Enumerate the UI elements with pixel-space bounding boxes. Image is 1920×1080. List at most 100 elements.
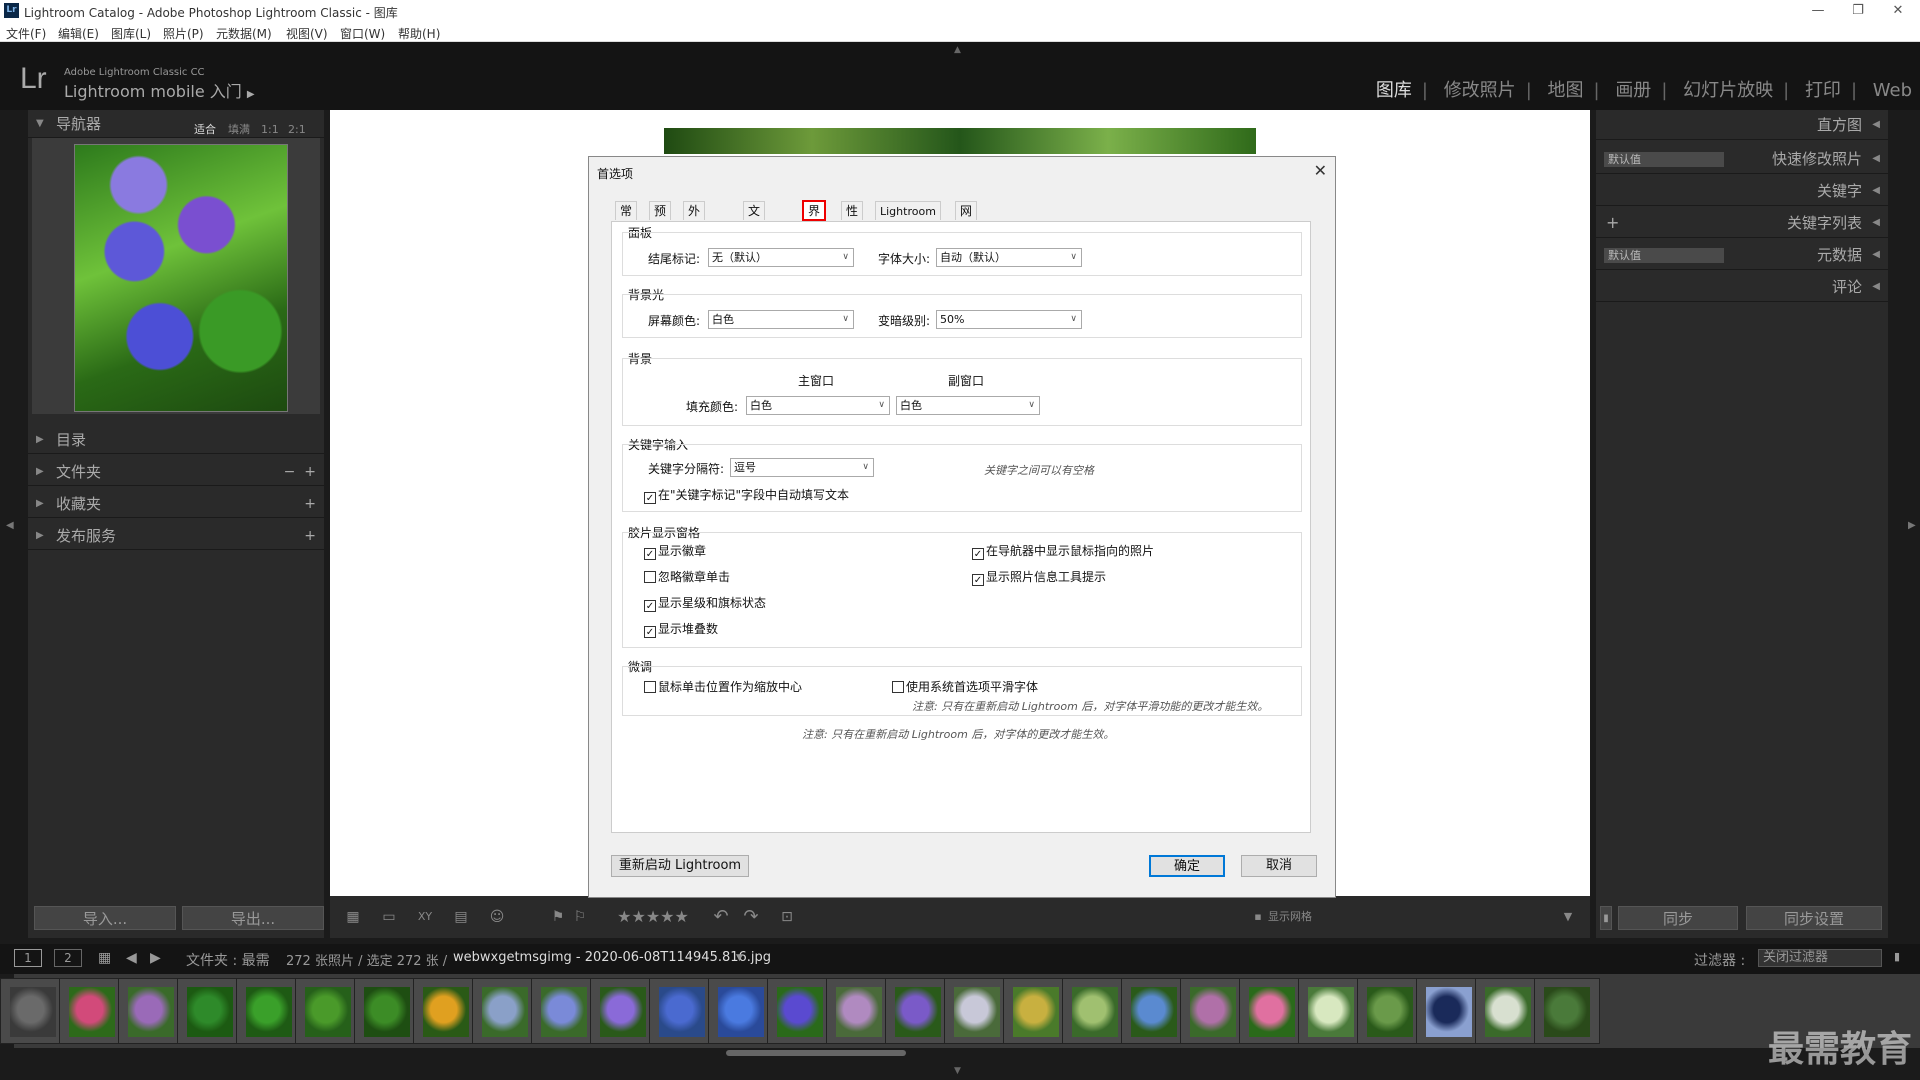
- main-window-button[interactable]: 1: [14, 949, 42, 967]
- flag-icon[interactable]: ⚑: [548, 905, 568, 929]
- quick-develop-preset-select[interactable]: 默认值: [1604, 152, 1724, 167]
- filmstrip-scrollbar[interactable]: [726, 1050, 906, 1056]
- bottom-panel-toggle-icon[interactable]: ▼: [954, 1066, 961, 1076]
- restore-icon[interactable]: ❐: [1838, 1, 1878, 21]
- tab-lightroom-cc[interactable]: Lightroom CC: [875, 201, 941, 237]
- show-navigator-hover-checkbox[interactable]: ✓ 在导航器中显示鼠标指向的照片: [972, 544, 1154, 560]
- filmstrip-thumbnail[interactable]: [354, 978, 420, 1044]
- tab-performance[interactable]: 性能: [841, 201, 864, 237]
- comments-header[interactable]: 评论 ◀: [1596, 272, 1888, 302]
- screen-color-select[interactable]: 白色 ∨: [708, 310, 854, 329]
- menu-file[interactable]: 文件(F): [6, 25, 46, 42]
- module-print[interactable]: 打印: [1805, 80, 1841, 101]
- autofill-keywords-checkbox[interactable]: ✓ 在"关键字标记"字段中自动填写文本: [644, 488, 849, 504]
- show-badges-checkbox[interactable]: ✓ 显示徽章: [644, 544, 706, 560]
- filmstrip-thumbnail[interactable]: [59, 978, 125, 1044]
- folder-minus-plus-icon[interactable]: − +: [284, 458, 316, 486]
- filmstrip-thumbnail[interactable]: [649, 978, 715, 1044]
- source-label[interactable]: 文件夹 : 最需: [186, 950, 270, 970]
- filmstrip-thumbnail[interactable]: [472, 978, 538, 1044]
- crop-icon[interactable]: ⊡: [774, 905, 800, 929]
- publish-plus-icon[interactable]: +: [304, 522, 316, 550]
- show-stack-counts-checkbox[interactable]: ✓ 显示堆叠数: [644, 622, 718, 638]
- import-button[interactable]: 导入...: [34, 906, 176, 930]
- filmstrip-thumbnail[interactable]: [1062, 978, 1128, 1044]
- people-view-icon[interactable]: ☺: [482, 905, 512, 929]
- filmstrip-thumbnail[interactable]: [944, 978, 1010, 1044]
- filmstrip-thumbnail[interactable]: [1475, 978, 1541, 1044]
- metadata-preset-select[interactable]: 默认值: [1604, 248, 1724, 263]
- loupe-photo[interactable]: [664, 128, 1256, 154]
- show-info-tooltips-checkbox[interactable]: ✓ 显示照片信息工具提示: [972, 570, 1106, 586]
- sync-toggle-icon[interactable]: ▮: [1600, 906, 1612, 930]
- restart-lightroom-button[interactable]: 重新启动 Lightroom: [611, 855, 749, 877]
- dim-level-select[interactable]: 50% ∨: [936, 310, 1082, 329]
- filmstrip-thumbnail[interactable]: [885, 978, 951, 1044]
- dialog-close-icon[interactable]: ✕: [1314, 161, 1327, 180]
- metadata-header[interactable]: 默认值 元数据 ◀: [1596, 240, 1888, 270]
- close-window-icon[interactable]: ✕: [1878, 1, 1918, 21]
- star-rating[interactable]: ★★★★★: [608, 905, 698, 929]
- tab-network[interactable]: 网络: [955, 201, 978, 237]
- menu-library[interactable]: 图库(L): [111, 25, 151, 42]
- tab-presets[interactable]: 预设: [649, 201, 672, 237]
- filmstrip-thumbnail[interactable]: [1298, 978, 1364, 1044]
- ignore-badge-clicks-checkbox[interactable]: 忽略徽章单击: [644, 570, 730, 584]
- survey-view-icon[interactable]: ▤: [446, 905, 476, 929]
- sync-settings-button[interactable]: 同步设置: [1746, 906, 1882, 930]
- reject-flag-icon[interactable]: ⚐: [570, 905, 590, 929]
- filmstrip-thumbnail[interactable]: [1180, 978, 1246, 1044]
- rotate-right-icon[interactable]: ↷: [738, 905, 764, 929]
- menu-window[interactable]: 窗口(W): [340, 25, 385, 42]
- tab-interface[interactable]: 界面: [801, 200, 827, 237]
- filter-select[interactable]: 关闭过滤器: [1758, 949, 1882, 967]
- module-slideshow[interactable]: 幻灯片放映: [1683, 80, 1773, 101]
- right-panel-toggle-icon[interactable]: ▶: [1908, 520, 1916, 531]
- minimize-icon[interactable]: —: [1798, 1, 1838, 21]
- filmstrip-thumbnail[interactable]: [1239, 978, 1305, 1044]
- zoom-click-center-checkbox[interactable]: 鼠标单击位置作为缩放中心: [644, 680, 802, 694]
- folders-header[interactable]: ▶ 文件夹 − +: [28, 458, 324, 486]
- catalog-header[interactable]: ▶ 目录: [28, 426, 324, 454]
- filmstrip-thumbnail[interactable]: [531, 978, 597, 1044]
- back-arrow-icon[interactable]: ◀: [126, 950, 137, 966]
- menu-edit[interactable]: 编辑(E): [58, 25, 99, 42]
- main-fill-color-select[interactable]: 白色 ∨: [746, 396, 890, 415]
- filmstrip-thumbnail[interactable]: [1357, 978, 1423, 1044]
- module-develop[interactable]: 修改照片: [1444, 80, 1516, 101]
- navigator-header[interactable]: ▼ 导航器 适合 填满 1:1 2:1: [28, 110, 324, 138]
- keywording-header[interactable]: 关键字 ◀: [1596, 176, 1888, 206]
- loupe-view-icon[interactable]: ▭: [374, 905, 404, 929]
- end-mark-select[interactable]: 无（默认） ∨: [708, 248, 854, 267]
- filmstrip-thumbnail[interactable]: [590, 978, 656, 1044]
- filename-dropdown-icon[interactable]: ▼: [736, 953, 743, 963]
- collections-header[interactable]: ▶ 收藏夹 +: [28, 490, 324, 518]
- publish-services-header[interactable]: ▶ 发布服务 +: [28, 522, 324, 550]
- add-keyword-icon[interactable]: +: [1606, 208, 1619, 238]
- show-ratings-checkbox[interactable]: ✓ 显示星级和旗标状态: [644, 596, 766, 612]
- tab-general[interactable]: 常规: [615, 201, 638, 237]
- toolbar-menu-chevron-icon[interactable]: ▼: [1558, 905, 1578, 929]
- keyword-separator-select[interactable]: 逗号 ∨: [730, 458, 874, 477]
- top-panel-toggle-icon[interactable]: ▲: [954, 45, 961, 55]
- show-grid-checkbox[interactable]: ▪: [1250, 905, 1266, 929]
- filmstrip-thumbnail[interactable]: [1003, 978, 1069, 1044]
- menu-metadata[interactable]: 元数据(M): [216, 25, 272, 42]
- filmstrip-thumbnail[interactable]: [118, 978, 184, 1044]
- filmstrip-thumbnail[interactable]: [1121, 978, 1187, 1044]
- ok-button[interactable]: 确定: [1149, 855, 1225, 877]
- menu-help[interactable]: 帮助(H): [398, 25, 440, 42]
- menu-photo[interactable]: 照片(P): [163, 25, 204, 42]
- filter-lock-icon[interactable]: ▮: [1894, 950, 1900, 963]
- rotate-left-icon[interactable]: ↶: [708, 905, 734, 929]
- filmstrip-thumbnail[interactable]: [1416, 978, 1482, 1044]
- font-size-select[interactable]: 自动（默认） ∨: [936, 248, 1082, 267]
- grid-icon[interactable]: ▦: [98, 950, 111, 966]
- filmstrip-thumbnail[interactable]: [0, 978, 66, 1044]
- filmstrip-thumbnail[interactable]: [413, 978, 479, 1044]
- keyword-list-header[interactable]: + 关键字列表 ◀: [1596, 208, 1888, 238]
- collections-plus-icon[interactable]: +: [304, 490, 316, 518]
- module-web[interactable]: Web: [1873, 80, 1912, 101]
- filmstrip-thumbnail[interactable]: [295, 978, 361, 1044]
- compare-view-icon[interactable]: XY: [410, 905, 440, 929]
